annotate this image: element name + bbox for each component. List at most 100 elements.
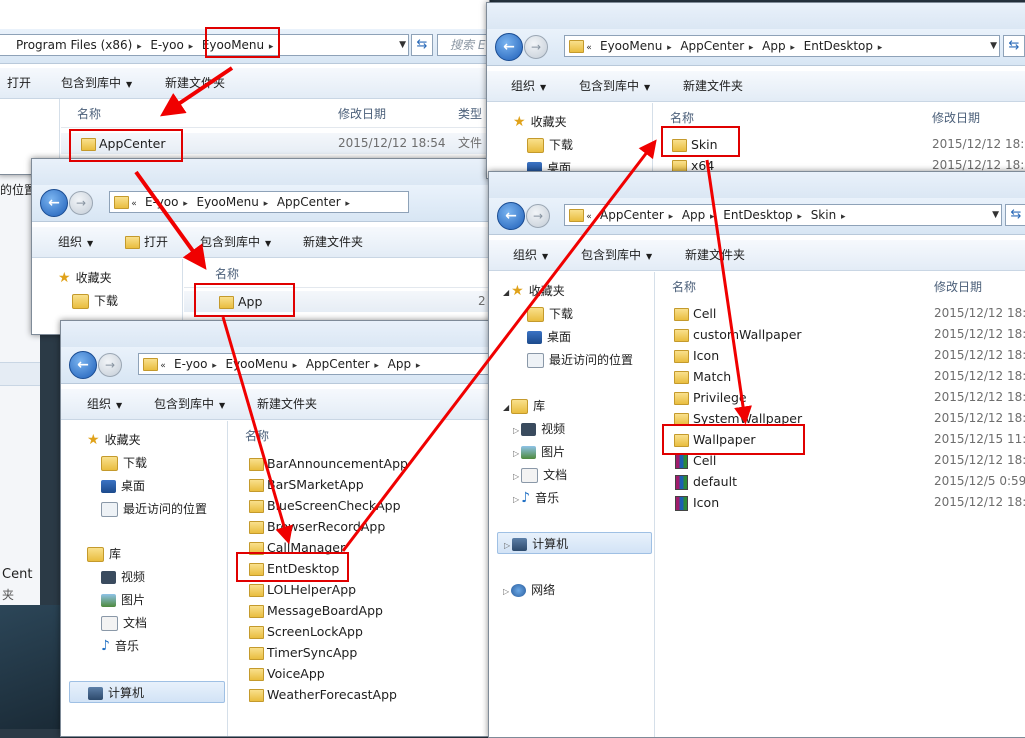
organize-button[interactable]: 组织 ▼ [513, 240, 548, 272]
include-in-library-button[interactable]: 包含到库中 ▼ [61, 68, 132, 100]
address-bar[interactable]: «AppCenter ▸ App ▸ EntDesktop ▸ Skin ▸ ▼ [564, 204, 1002, 226]
nav-pictures[interactable]: ▷ 图片 [489, 441, 654, 463]
breadcrumb-chevron-icon[interactable]: ▸ [795, 207, 805, 225]
new-folder-button[interactable]: 新建文件夹 [257, 389, 317, 419]
breadcrumb-chevron-icon[interactable]: ▸ [413, 356, 423, 374]
new-folder-button[interactable]: 新建文件夹 [303, 227, 363, 257]
breadcrumb-chevron-icon[interactable]: ▸ [181, 194, 191, 212]
include-in-library-button[interactable]: 包含到库中 ▼ [200, 227, 271, 259]
search-input[interactable]: 搜索 E [437, 34, 489, 56]
breadcrumb-chevron-icon[interactable]: ▸ [666, 207, 676, 225]
column-header-name[interactable]: 名称 [670, 109, 694, 126]
file-row[interactable]: Icon 2015/12/12 18:5 [656, 492, 1025, 513]
file-row[interactable]: LOLHelperApp [229, 579, 491, 600]
collapse-arrow-icon[interactable]: ▷ [513, 449, 519, 458]
file-row[interactable]: customWallpaper 2015/12/12 18:5 [656, 324, 1025, 345]
breadcrumb-chevron-icon[interactable]: ▸ [838, 207, 848, 225]
nav-downloads[interactable]: 下载 [61, 452, 227, 474]
nav-videos[interactable]: ▷ 视频 [489, 418, 654, 440]
back-button[interactable]: ← [40, 189, 68, 217]
breadcrumb-e-yoo[interactable]: E-yoo [168, 354, 210, 374]
file-row[interactable]: default 2015/12/5 0:59 [656, 471, 1025, 492]
breadcrumb-chevron-icon[interactable]: ▸ [746, 38, 756, 56]
breadcrumb-e-yoo[interactable]: E-yoo [144, 35, 186, 55]
address-dropdown-icon[interactable]: ▼ [399, 35, 406, 55]
refresh-button[interactable]: ⇆ [411, 34, 433, 56]
overflow-chevron-icon[interactable]: « [158, 356, 168, 374]
nav-downloads[interactable]: 下载 [32, 290, 182, 312]
column-header-name[interactable]: 名称 [672, 278, 696, 295]
nav-recent-places[interactable]: 最近访问的位置 [489, 349, 654, 371]
breadcrumb-eyoomenu[interactable]: EyooMenu [220, 354, 290, 374]
nav-favorites[interactable]: ★ 收藏夹 [61, 429, 227, 451]
nav-desktop[interactable]: 桌面 [61, 475, 227, 497]
file-row[interactable]: BrowserRecordApp [229, 516, 491, 537]
column-header-date[interactable]: 修改日期 [338, 105, 386, 122]
breadcrumb-chevron-icon[interactable]: ▸ [290, 356, 300, 374]
file-row[interactable]: Icon 2015/12/12 18:5 [656, 345, 1025, 366]
forward-button[interactable]: → [526, 204, 550, 228]
organize-button[interactable]: 组织 ▼ [511, 71, 546, 103]
breadcrumb-entdesktop[interactable]: EntDesktop [717, 205, 794, 225]
breadcrumb-eyoomenu[interactable]: EyooMenu [191, 192, 261, 212]
organize-button[interactable]: 组织 ▼ [87, 389, 122, 421]
refresh-button[interactable]: ⇆ [1005, 204, 1025, 226]
breadcrumb-appcenter[interactable]: AppCenter [674, 36, 746, 56]
back-button[interactable]: ← [69, 351, 97, 379]
nav-computer[interactable]: ▷ 计算机 [497, 532, 652, 554]
address-bar[interactable]: «E-yoo ▸ EyooMenu ▸ AppCenter ▸ App ▸ [138, 353, 491, 375]
nav-recent-places[interactable]: 最近访问的位置 [61, 498, 227, 520]
file-row[interactable]: WeatherForecastApp [229, 684, 491, 705]
breadcrumb-appcenter[interactable]: AppCenter [594, 205, 666, 225]
nav-downloads[interactable]: 下载 [489, 303, 654, 325]
file-row[interactable]: BlueScreenCheckApp [229, 495, 491, 516]
file-row[interactable]: Match 2015/12/12 18:5 [656, 366, 1025, 387]
breadcrumb-app[interactable]: App [382, 354, 413, 374]
address-bar[interactable]: «E-yoo ▸ EyooMenu ▸ AppCenter ▸ [109, 191, 409, 213]
organize-button[interactable]: 组织 ▼ [58, 227, 93, 259]
forward-button[interactable]: → [98, 353, 122, 377]
column-header-name[interactable]: 名称 [77, 105, 101, 122]
nav-documents[interactable]: 文档 [61, 612, 227, 634]
collapse-arrow-icon[interactable]: ▷ [503, 587, 509, 596]
breadcrumb-chevron-icon[interactable]: ▸ [261, 194, 271, 212]
nav-desktop[interactable]: 桌面 [489, 326, 654, 348]
collapse-arrow-icon[interactable]: ▷ [513, 426, 519, 435]
back-button[interactable]: ← [495, 33, 523, 61]
breadcrumb-program-files[interactable]: Program Files (x86) [0, 35, 134, 55]
nav-libraries[interactable]: 库 [61, 543, 227, 565]
breadcrumb-app[interactable]: App [676, 205, 707, 225]
file-row[interactable]: TimerSyncApp [229, 642, 491, 663]
nav-documents[interactable]: ▷ 文档 [489, 464, 654, 486]
nav-computer[interactable]: 计算机 [69, 681, 225, 703]
breadcrumb-chevron-icon[interactable]: ▸ [134, 37, 144, 55]
include-in-library-button[interactable]: 包含到库中 ▼ [154, 389, 225, 421]
nav-favorites[interactable]: ◢ ★ 收藏夹 [489, 280, 654, 302]
breadcrumb-chevron-icon[interactable]: ▸ [186, 37, 196, 55]
file-row[interactable]: Cell 2015/12/12 18:5 [656, 303, 1025, 324]
overflow-chevron-icon[interactable]: « [584, 38, 594, 56]
nav-pictures[interactable]: 图片 [61, 589, 227, 611]
include-in-library-button[interactable]: 包含到库中 ▼ [581, 240, 652, 272]
expand-arrow-icon[interactable]: ◢ [503, 288, 509, 297]
breadcrumb-chevron-icon[interactable]: ▸ [875, 38, 885, 56]
address-bar[interactable]: «EyooMenu ▸ AppCenter ▸ App ▸ EntDesktop ▸ ▼ [564, 35, 1000, 57]
file-row[interactable]: BarAnnouncementApp [229, 453, 491, 474]
new-folder-button[interactable]: 新建文件夹 [683, 71, 743, 101]
address-dropdown-icon[interactable]: ▼ [992, 205, 999, 225]
file-row[interactable]: VoiceApp [229, 663, 491, 684]
breadcrumb-chevron-icon[interactable]: ▸ [343, 194, 353, 212]
breadcrumb-chevron-icon[interactable]: ▸ [664, 38, 674, 56]
new-folder-button[interactable]: 新建文件夹 [685, 240, 745, 270]
collapse-arrow-icon[interactable]: ▷ [513, 472, 519, 481]
file-row[interactable]: ScreenLockApp [229, 621, 491, 642]
include-in-library-button[interactable]: 包含到库中 ▼ [579, 71, 650, 103]
nav-music[interactable]: ▷ ♪ 音乐 [489, 487, 654, 509]
breadcrumb-chevron-icon[interactable]: ▸ [372, 356, 382, 374]
breadcrumb-chevron-icon[interactable]: ▸ [707, 207, 717, 225]
column-header-name[interactable]: 名称 [245, 427, 269, 444]
nav-libraries[interactable]: ◢ 库 [489, 395, 654, 417]
file-row[interactable]: Privilege 2015/12/12 18:5 [656, 387, 1025, 408]
breadcrumb-app[interactable]: App [756, 36, 787, 56]
collapse-arrow-icon[interactable]: ▷ [513, 495, 519, 504]
